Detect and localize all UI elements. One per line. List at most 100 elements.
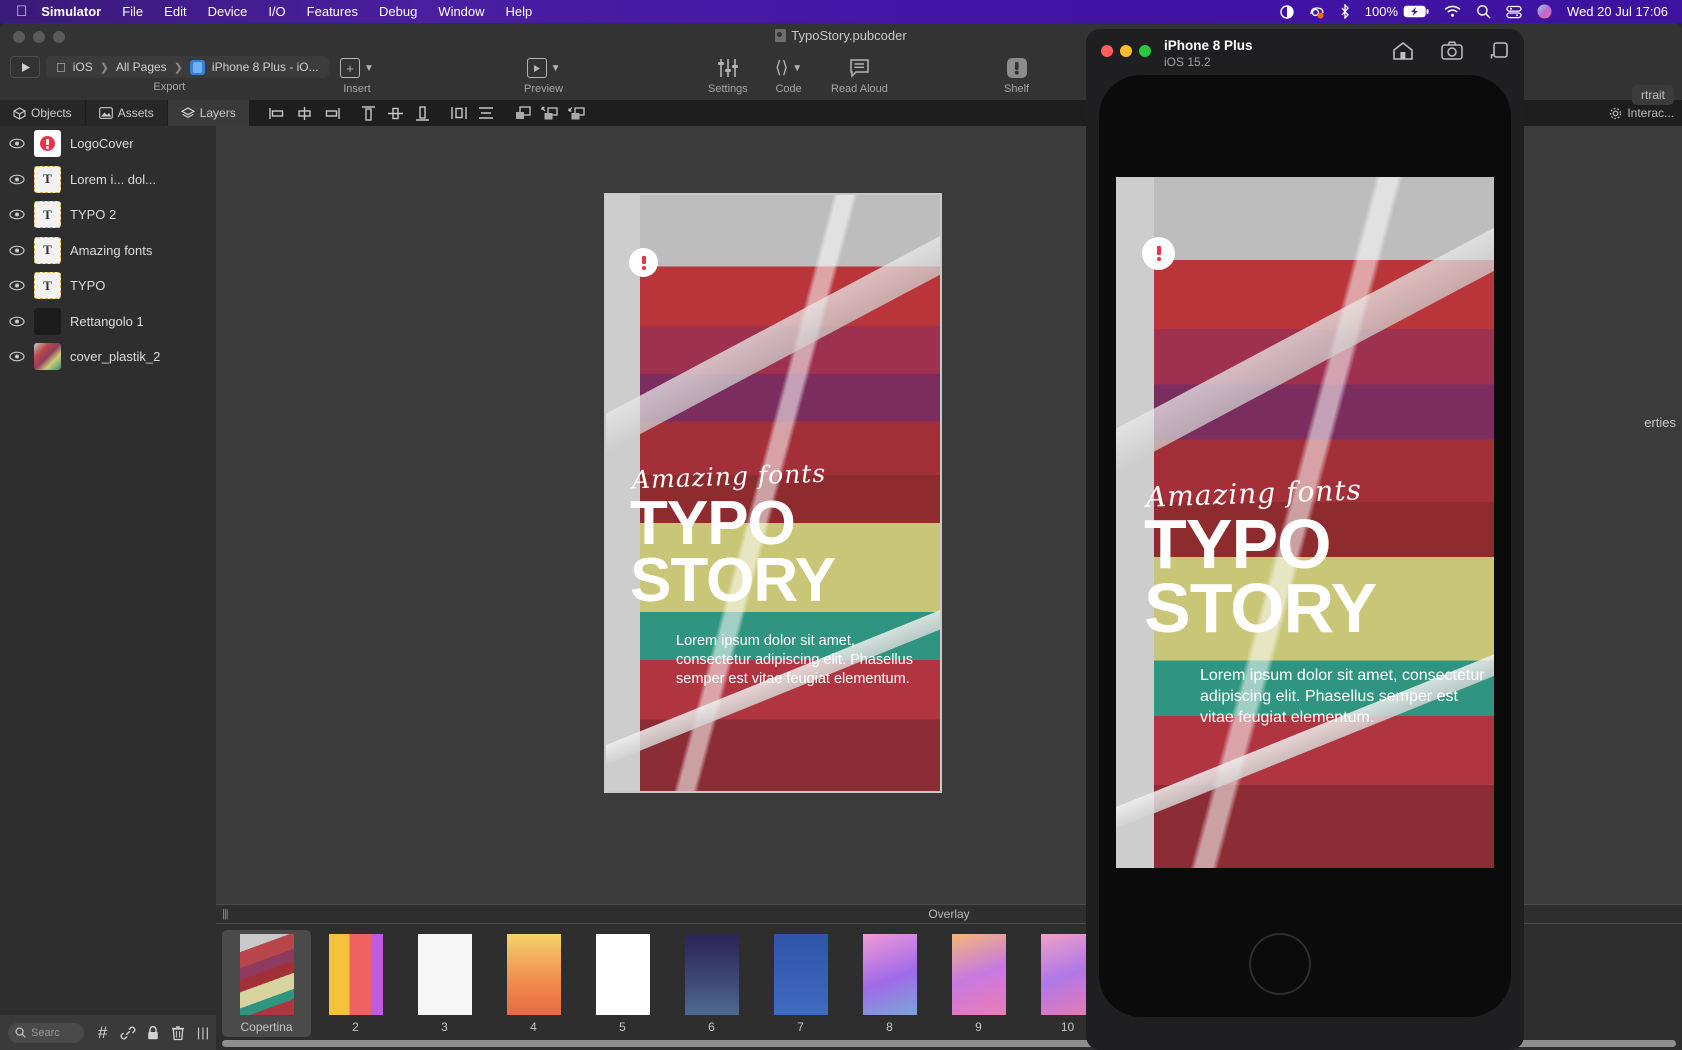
preview-play-icon[interactable] — [527, 58, 547, 78]
eye-icon[interactable] — [8, 174, 25, 185]
page-thumb-item[interactable]: 4 — [489, 930, 578, 1037]
menu-item-io[interactable]: I/O — [268, 4, 285, 19]
page-thumb-item[interactable]: Copertina — [222, 930, 311, 1037]
link-icon[interactable] — [115, 1015, 140, 1050]
breadcrumb-ios[interactable]: iOS — [73, 60, 93, 74]
sliders-icon[interactable] — [716, 57, 740, 79]
toolbar-settings[interactable]: Settings — [708, 56, 748, 95]
trash-icon[interactable] — [166, 1015, 191, 1050]
menu-item-device[interactable]: Device — [208, 4, 248, 19]
home-icon[interactable] — [1392, 41, 1414, 61]
menu-item-debug[interactable]: Debug — [379, 4, 417, 19]
list-item-label: LogoCover — [70, 136, 134, 151]
bring-to-front-icon[interactable] — [564, 100, 591, 126]
page-thumb-item[interactable]: 5 — [578, 930, 667, 1037]
list-item[interactable]: LogoCover — [0, 126, 216, 162]
list-item[interactable]: T Amazing fonts — [0, 233, 216, 269]
menu-item-window[interactable]: Window — [438, 4, 484, 19]
tab-objects[interactable]: Objects — [0, 100, 86, 126]
run-preview-button[interactable] — [10, 56, 40, 78]
eye-icon[interactable] — [8, 280, 25, 291]
contrast-icon[interactable] — [1280, 5, 1294, 19]
code-brackets-icon[interactable]: ⟨⟩ — [775, 58, 788, 78]
speech-bubble-icon[interactable] — [849, 58, 870, 79]
list-item[interactable]: cover_plastik_2 — [0, 339, 216, 375]
grip-icon[interactable]: ||| — [222, 908, 228, 920]
chevron-down-icon[interactable]: ▼ — [364, 63, 374, 74]
title-line-2[interactable]: STORY — [630, 550, 835, 612]
align-center-vertical-icon[interactable] — [382, 100, 409, 126]
menu-item-simulator[interactable]: Simulator — [41, 4, 101, 19]
page-thumb-item[interactable]: 8 — [845, 930, 934, 1037]
list-item[interactable]: Rettangolo 1 — [0, 304, 216, 340]
plus-box-icon[interactable]: + — [340, 58, 360, 78]
page-thumb-item[interactable]: 2 — [311, 930, 400, 1037]
page-thumb-item[interactable]: 9 — [934, 930, 1023, 1037]
simulator-screen[interactable]: Amazing fonts TYPO STORY Lorem ipsum dol… — [1116, 177, 1494, 868]
simulator-zoom-button[interactable] — [1139, 45, 1151, 57]
simulator-minimize-button[interactable] — [1120, 45, 1132, 57]
toolbar-shelf[interactable]: Shelf — [1004, 56, 1029, 95]
search-icon[interactable] — [1476, 4, 1491, 19]
menu-item-features[interactable]: Features — [307, 4, 358, 19]
hash-icon[interactable]: # — [90, 1015, 115, 1050]
lock-icon[interactable] — [140, 1015, 165, 1050]
tab-assets[interactable]: Assets — [86, 100, 168, 126]
menu-item-file[interactable]: File — [122, 4, 143, 19]
toolbar-preview[interactable]: ▼ Preview — [524, 56, 563, 95]
breadcrumb[interactable]:  iOS ❯ All Pages ❯ iPhone 8 Plus - iO..… — [46, 56, 329, 78]
align-right-icon[interactable] — [318, 100, 345, 126]
toolbar-code[interactable]: ⟨⟩ ▼ Code — [775, 56, 802, 95]
battery-charging-icon[interactable] — [1403, 5, 1429, 18]
bluetooth-icon[interactable] — [1340, 4, 1350, 19]
menubar-datetime[interactable]: Wed 20 Jul 17:06 — [1567, 4, 1668, 19]
breadcrumb-all-pages[interactable]: All Pages — [116, 60, 167, 74]
chevron-down-icon-code[interactable]: ▼ — [792, 63, 802, 74]
title-line-2: STORY — [1144, 573, 1376, 643]
distribute-vertical-icon[interactable] — [473, 100, 500, 126]
siri-icon[interactable] — [1537, 4, 1552, 19]
align-bottom-icon[interactable] — [409, 100, 436, 126]
eye-icon[interactable] — [8, 351, 25, 362]
body-paragraph[interactable]: Lorem ipsum dolor sit amet, consectetur … — [676, 632, 931, 689]
pubcoder-shelf-icon[interactable] — [1006, 57, 1028, 79]
tab-layers[interactable]: Layers — [168, 100, 250, 126]
columns-icon[interactable]: ||| — [191, 1015, 216, 1050]
distribute-horizontal-icon[interactable] — [446, 100, 473, 126]
toolbar-insert[interactable]: + ▼ Insert — [340, 56, 374, 95]
apple-platform-icon:  — [56, 60, 66, 75]
page-thumb-item[interactable]: 6 — [667, 930, 756, 1037]
menu-item-help[interactable]: Help — [506, 4, 533, 19]
list-item[interactable]: T Lorem i... dol... — [0, 162, 216, 198]
chevron-down-icon-preview[interactable]: ▼ — [551, 63, 561, 74]
toolbar-read-aloud[interactable]: Read Aloud — [831, 56, 888, 95]
breadcrumb-device[interactable]: iPhone 8 Plus - iO... — [212, 60, 319, 74]
page-thumb-image — [596, 934, 650, 1015]
align-top-icon[interactable] — [355, 100, 382, 126]
notification-badge-icon[interactable] — [1309, 5, 1325, 19]
eye-icon[interactable] — [8, 138, 25, 149]
wifi-icon[interactable] — [1444, 5, 1461, 18]
list-item[interactable]: T TYPO 2 — [0, 197, 216, 233]
screenshot-camera-icon[interactable] — [1441, 41, 1463, 61]
home-button[interactable] — [1249, 933, 1311, 995]
eye-icon[interactable] — [8, 209, 25, 220]
search-input[interactable]: Searc — [8, 1023, 84, 1043]
page-artboard[interactable]: Amazing fonts TYPO STORY Lorem ipsum dol… — [604, 193, 942, 793]
menu-item-edit[interactable]: Edit — [164, 4, 186, 19]
page-thumb-item[interactable]: 7 — [756, 930, 845, 1037]
align-left-icon[interactable] — [264, 100, 291, 126]
control-center-icon[interactable] — [1506, 5, 1522, 19]
ios-simulator-window[interactable]: iPhone 8 Plus iOS 15.2 Amazing fonts TYP… — [1086, 29, 1524, 1050]
simulator-close-button[interactable] — [1101, 45, 1113, 57]
rotate-icon[interactable] — [1490, 41, 1510, 61]
send-backward-icon[interactable] — [537, 100, 564, 126]
page-thumb-item[interactable]: 3 — [400, 930, 489, 1037]
bring-forward-icon[interactable] — [510, 100, 537, 126]
eye-icon[interactable] — [8, 245, 25, 256]
eye-icon[interactable] — [8, 316, 25, 327]
list-item[interactable]: T TYPO — [0, 268, 216, 304]
apple-icon[interactable]:  — [16, 4, 27, 19]
orientation-chip[interactable]: rtrait — [1632, 85, 1674, 105]
align-center-horizontal-icon[interactable] — [291, 100, 318, 126]
